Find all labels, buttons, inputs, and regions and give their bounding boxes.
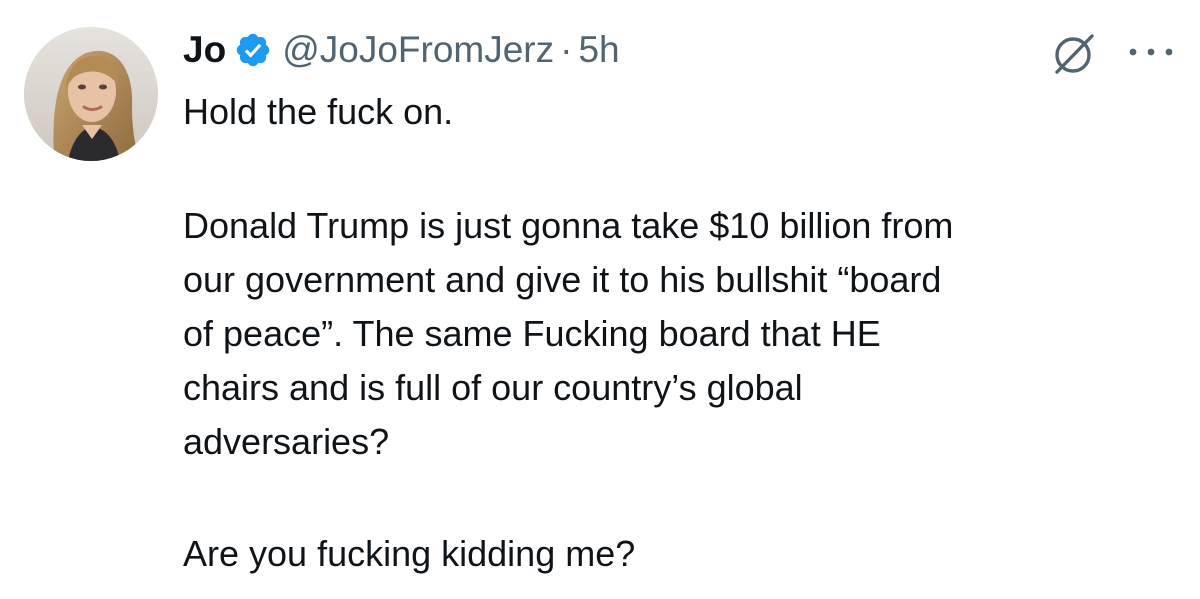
- tweet-text-line: chairs and is full of our country’s glob…: [183, 367, 803, 408]
- display-name[interactable]: Jo: [183, 29, 226, 71]
- grok-icon[interactable]: [1052, 30, 1098, 76]
- author-handle[interactable]: @JoJoFromJerz: [282, 29, 554, 71]
- tweet: Jo @JoJoFromJerz · 5h Hold the fuck on. …: [0, 0, 1200, 599]
- avatar-image: [24, 27, 158, 161]
- more-options-icon[interactable]: [1125, 38, 1177, 66]
- tweet-text-line: Donald Trump is just gonna take $10 bill…: [183, 205, 954, 246]
- header-separator: ·: [560, 29, 573, 70]
- timestamp[interactable]: 5h: [578, 29, 619, 71]
- tweet-text-paragraph-1: Hold the fuck on.: [183, 91, 454, 132]
- tweet-text-line: our government and give it to his bullsh…: [183, 259, 942, 300]
- avatar[interactable]: [24, 27, 158, 161]
- tweet-text-line: of peace”. The same Fucking board that H…: [183, 313, 881, 354]
- verified-badge-icon[interactable]: [234, 31, 272, 69]
- tweet-header: Jo @JoJoFromJerz · 5h: [183, 24, 620, 76]
- tweet-text-line: adversaries?: [183, 421, 390, 462]
- tweet-text-paragraph-3: Are you fucking kidding me?: [183, 533, 636, 574]
- tweet-text-paragraph-2: Donald Trump is just gonna take $10 bill…: [183, 199, 953, 469]
